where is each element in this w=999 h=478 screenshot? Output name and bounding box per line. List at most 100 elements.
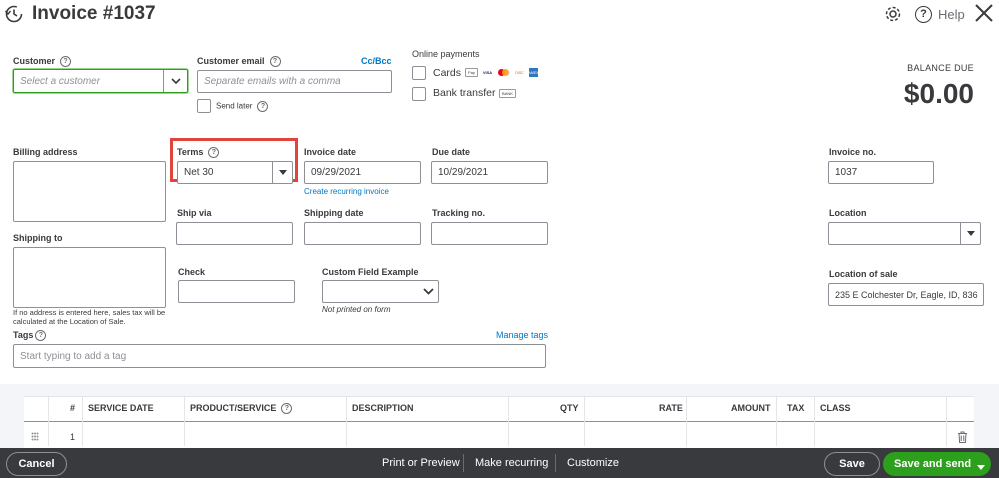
column-separator [584,396,585,446]
shipping-date-label: Shipping date [304,208,364,218]
cc-bcc-link[interactable]: Cc/Bcc [361,56,392,66]
footer-divider [555,454,556,472]
invoice-date-label: Invoice date [304,147,357,157]
shipping-to-note: If no address is entered here, sales tax… [13,308,166,326]
footer-divider [463,454,464,472]
balance-due-label: BALANCE DUE [907,63,974,73]
due-date-input[interactable]: 10/29/2021 [431,161,548,184]
customer-select[interactable]: Select a customer [13,69,188,93]
location-select[interactable] [828,222,981,245]
column-header-number: # [70,403,76,413]
column-separator [508,396,509,446]
location-of-sale-label: Location of sale [829,269,898,279]
cancel-button[interactable]: Cancel [6,452,67,476]
cards-label: Cards [433,67,462,79]
billing-address-textarea[interactable] [13,161,166,222]
table-header-underline [24,421,974,422]
make-recurring-button[interactable]: Make recurring [475,457,548,469]
bank-transfer-checkbox[interactable] [412,87,426,101]
column-separator [686,396,687,446]
save-and-send-label: Save and send [894,458,972,470]
invoice-no-input[interactable]: 1037 [828,161,934,184]
customer-placeholder: Select a customer [20,75,101,87]
caret-down-icon[interactable] [960,223,980,244]
check-input[interactable] [178,280,295,303]
amex-icon: AMEX [529,68,538,77]
ship-via-input[interactable] [176,222,293,245]
manage-tags-link[interactable]: Manage tags [496,330,548,340]
drag-handle-icon[interactable] [31,432,39,441]
trash-icon[interactable] [957,431,968,443]
caret-down-icon[interactable] [977,461,985,473]
chevron-down-icon[interactable] [418,288,438,295]
invoice-no-label: Invoice no. [829,147,877,157]
help-button[interactable]: ? Help [915,4,965,24]
recent-history-icon[interactable] [4,4,24,24]
close-icon[interactable] [974,3,994,23]
ship-via-label: Ship via [177,208,212,218]
help-icon[interactable]: ? [208,147,220,159]
shipping-to-label: Shipping to [13,233,63,243]
help-icon[interactable]: ? [281,403,293,415]
shipping-to-textarea[interactable] [13,247,166,308]
discover-icon: DISC [515,70,524,75]
column-separator [346,396,347,446]
location-of-sale-input[interactable]: 235 E Colchester Dr, Eagle, ID, 836 [828,283,984,306]
email-placeholder: Separate emails with a comma [204,76,341,87]
bank-icon: BANK [499,89,516,98]
custom-field-label: Custom Field Example [322,267,419,277]
location-of-sale-value: 235 E Colchester Dr, Eagle, ID, 836 [835,289,978,300]
help-icon: ? [915,5,932,23]
help-icon[interactable]: ? [257,101,269,112]
column-header-class: CLASS [820,403,851,413]
tags-input[interactable]: Start typing to add a tag [13,344,546,368]
page-title: Invoice #1037 [32,3,156,24]
custom-field-note: Not printed on form [322,305,391,314]
print-preview-button[interactable]: Print or Preview [382,457,460,469]
column-separator [776,396,777,446]
chevron-down-icon[interactable] [163,70,187,92]
column-header-tax: TAX [787,403,805,413]
shipping-date-input[interactable] [304,222,421,245]
invoice-date-input[interactable]: 09/29/2021 [304,161,421,184]
create-recurring-invoice-link[interactable]: Create recurring invoice [304,187,389,196]
cards-checkbox[interactable] [412,66,426,80]
customer-email-input[interactable]: Separate emails with a comma [197,70,392,93]
column-header-amount: AMOUNT [731,403,771,413]
column-header-qty: QTY [560,403,579,413]
column-header-product-service: PRODUCT/SERVICE? [190,403,293,415]
check-label: Check [178,267,206,277]
column-separator [82,396,83,446]
mastercard-icon [497,68,510,77]
send-later-label: Send later? [216,101,269,112]
column-header-rate: RATE [659,403,683,413]
save-button[interactable]: Save [824,452,880,476]
tracking-no-label: Tracking no. [432,208,486,218]
help-icon[interactable]: ? [269,56,281,68]
help-icon[interactable]: ? [35,330,47,342]
apple-pay-icon: Pay [465,68,478,77]
tags-label: Tags? [13,330,47,342]
due-date-label: Due date [432,147,471,157]
terms-select[interactable]: Net 30 [177,161,293,184]
customize-button[interactable]: Customize [567,457,619,469]
table-row-number: 1 [70,432,76,442]
column-separator [48,396,49,446]
invoice-date-value: 09/29/2021 [311,167,362,178]
online-payments-label: Online payments [412,49,480,59]
billing-address-label: Billing address [13,147,78,157]
send-later-checkbox[interactable] [197,99,211,113]
column-separator [814,396,815,446]
caret-down-icon[interactable] [272,162,292,183]
gear-icon[interactable] [883,4,903,24]
card-brand-icons: Pay VISA DISC AMEX [465,68,538,77]
terms-value: Net 30 [184,167,214,178]
save-and-send-button[interactable]: Save and send [883,452,991,476]
custom-field-select[interactable] [322,280,439,303]
due-date-value: 10/29/2021 [438,167,489,178]
help-icon[interactable]: ? [60,56,72,68]
bank-transfer-label: Bank transfer [433,87,496,99]
location-label: Location [829,208,867,218]
tracking-no-input[interactable] [431,222,548,245]
column-header-description: DESCRIPTION [352,403,414,413]
